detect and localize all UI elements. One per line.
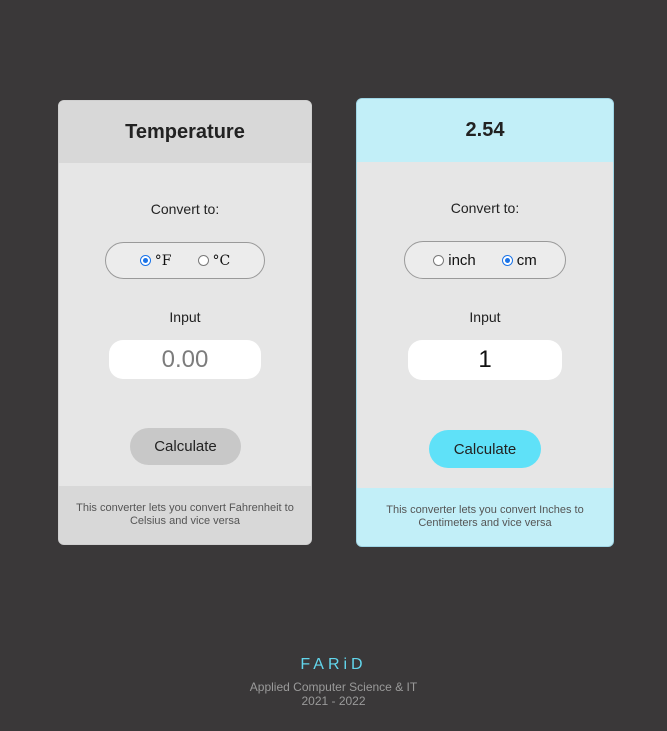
length-input-label: Input [469,309,501,325]
brand-name: FARiD [300,656,367,673]
footer-years: 2021 - 2022 [301,694,366,708]
length-convert-label: Convert to: [450,200,520,216]
inch-label: inch [448,251,476,269]
temperature-converter-card: Temperature Convert to: °F °C Input 0.00… [58,100,312,545]
celsius-radio[interactable] [197,255,209,266]
celsius-label: °C [212,252,231,269]
length-description-text: This converter lets you convert Inches t… [386,504,584,529]
length-converter-card: 2.54 Convert to: inch cm Input 1 Calcula… [356,98,614,547]
length-input[interactable]: 1 [408,340,562,380]
cm-radio-option[interactable]: cm [501,251,537,269]
inch-radio[interactable] [433,254,445,266]
temperature-description: This converter lets you convert Fahrenhe… [59,486,311,544]
footer-subtitle: Applied Computer Science & IT [249,680,418,694]
inch-radio-option[interactable]: inch [433,252,476,269]
length-unit-radio-group: inch cm [404,241,566,279]
temperature-description-text: This converter lets you convert Fahrenhe… [76,502,294,527]
temperature-input[interactable]: 0.00 [109,340,261,379]
fahrenheit-label: °F [154,252,172,269]
temperature-calculate-button[interactable]: Calculate [130,428,241,465]
celsius-radio-option[interactable]: °C [197,252,231,269]
length-calculate-button[interactable]: Calculate [429,430,541,468]
temperature-card-title: Temperature [59,101,311,163]
temperature-convert-label: Convert to: [150,201,220,217]
cm-label: cm [516,251,537,269]
length-description: This converter lets you convert Inches t… [357,488,613,546]
length-result-title: 2.54 [357,99,613,162]
cm-radio[interactable] [501,254,513,266]
fahrenheit-radio[interactable] [139,255,151,266]
temperature-unit-radio-group: °F °C [105,242,265,279]
temperature-input-label: Input [169,309,201,325]
fahrenheit-radio-option[interactable]: °F [139,252,172,269]
